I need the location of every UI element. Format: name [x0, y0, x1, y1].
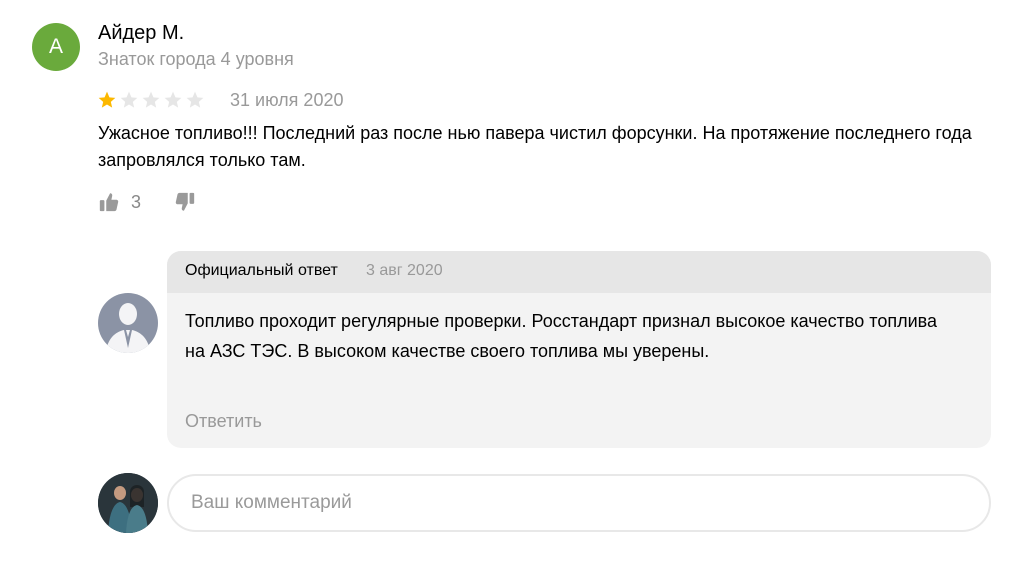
comment-input[interactable] — [167, 474, 991, 532]
thumbs-up-icon — [99, 193, 119, 212]
star-icon — [142, 91, 160, 108]
thumbs-down-icon — [175, 192, 195, 211]
official-reply-label: Официальный ответ — [185, 262, 338, 279]
reply-button[interactable]: Ответить — [185, 411, 262, 432]
rating-stars — [97, 90, 205, 110]
star-icon — [120, 91, 138, 108]
organization-logo-icon — [106, 303, 150, 353]
review-text: Ужасное топливо!!! Последний раз после н… — [98, 123, 972, 170]
official-reply-header: Официальный ответ 3 авг 2020 — [167, 251, 991, 293]
official-reply: Официальный ответ 3 авг 2020 Топливо про… — [167, 251, 991, 448]
author-level: Знаток города 4 уровня — [98, 49, 294, 69]
star-icon — [98, 91, 116, 108]
author-name[interactable]: Айдер М. — [98, 22, 184, 45]
organization-avatar — [98, 293, 158, 353]
like-button[interactable]: 3 — [98, 191, 141, 213]
review-date: 31 июля 2020 — [230, 90, 344, 110]
user-photo — [98, 473, 158, 533]
like-count: 3 — [131, 191, 142, 212]
official-reply-text: Топливо проходит регулярные проверки. Ро… — [185, 311, 938, 361]
official-reply-date: 3 авг 2020 — [366, 262, 443, 279]
star-icon — [186, 91, 204, 108]
author-avatar[interactable]: А — [32, 23, 80, 71]
star-icon — [164, 91, 182, 108]
current-user-avatar[interactable] — [98, 473, 158, 533]
dislike-button[interactable] — [174, 191, 196, 213]
